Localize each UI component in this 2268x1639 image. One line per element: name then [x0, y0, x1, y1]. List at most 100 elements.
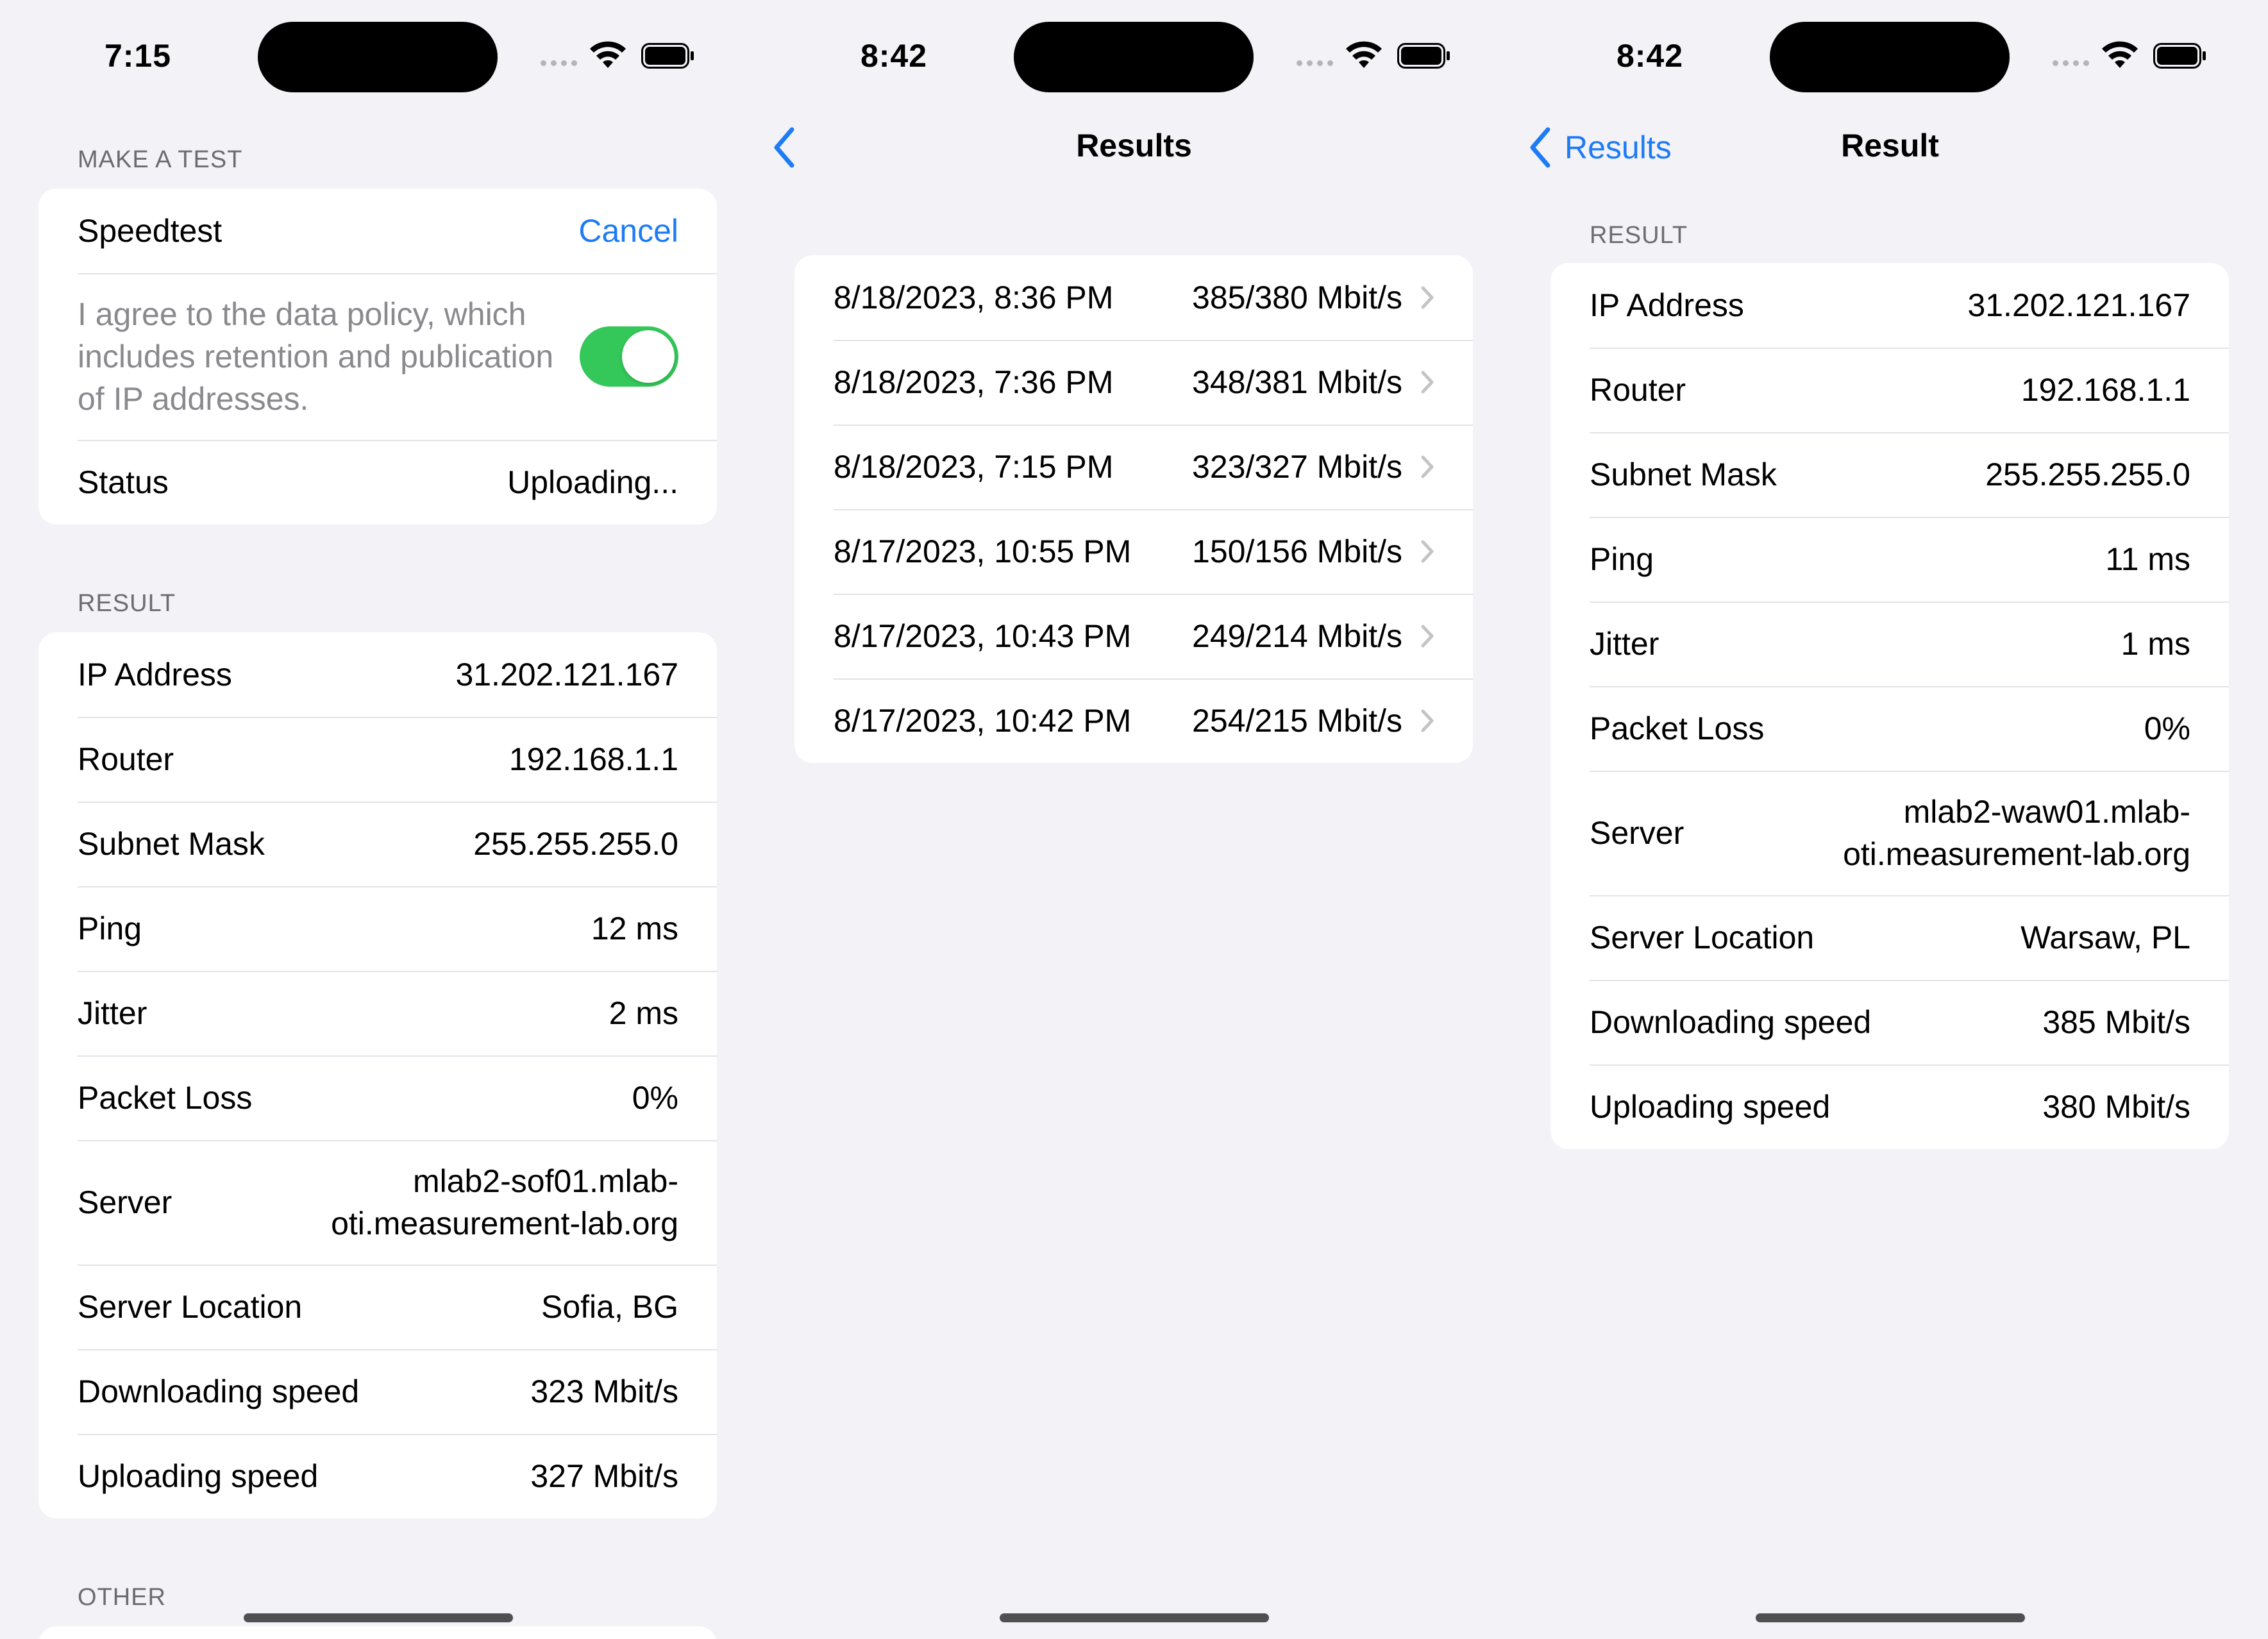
result-section-header: RESULT	[78, 590, 176, 617]
row-value: Warsaw, PL	[2020, 920, 2190, 955]
other-card	[38, 1626, 717, 1639]
result-row: Uploading speed 380 Mbit/s	[1550, 1064, 2229, 1149]
result-row: Router 192.168.1.1	[38, 717, 717, 802]
signal-dots-icon	[1297, 60, 1335, 67]
result-row: Router 192.168.1.1	[1550, 348, 2229, 432]
row-value: 31.202.121.167	[455, 657, 678, 693]
home-indicator[interactable]	[1756, 1613, 2025, 1622]
result-list-item[interactable]: 8/17/2023, 10:42 PM 254/215 Mbit/s	[794, 678, 1473, 763]
status-value: Uploading...	[507, 464, 678, 500]
speedtest-row: Speedtest Cancel	[38, 189, 717, 273]
make-test-section-header: MAKE A TEST	[78, 146, 243, 173]
row-value: 192.168.1.1	[508, 741, 678, 777]
row-value: 1 ms	[2121, 626, 2190, 662]
other-section-header: OTHER	[78, 1584, 166, 1611]
speedtest-label: Speedtest	[78, 213, 223, 249]
row-value: 192.168.1.1	[2020, 372, 2190, 408]
wifi-icon	[590, 41, 626, 68]
row-label: Router	[78, 741, 174, 777]
row-value: Sofia, BG	[541, 1289, 678, 1325]
result-date: 8/18/2023, 8:36 PM	[834, 280, 1114, 315]
result-detail-screen: 8:42 Results Result RESULT IP Address 31.…	[1512, 0, 2268, 1639]
nav-bar: Results	[756, 115, 1512, 180]
status-row: Status Uploading...	[38, 440, 717, 525]
result-card: IP Address 31.202.121.167 Router 192.168.1…	[1550, 263, 2229, 1149]
status-time: 8:42	[860, 38, 928, 74]
result-row: Server Location Sofia, BG	[38, 1265, 717, 1349]
result-list-item[interactable]: 8/17/2023, 10:55 PM 150/156 Mbit/s	[794, 509, 1473, 594]
row-value: 255.255.255.0	[473, 826, 678, 862]
row-label: Uploading speed	[78, 1458, 319, 1494]
status-time: 8:42	[1616, 38, 1684, 74]
result-list-item[interactable]: 8/17/2023, 10:43 PM 249/214 Mbit/s	[794, 594, 1473, 678]
row-value: 11 ms	[2105, 541, 2190, 577]
row-label: IP Address	[78, 657, 232, 693]
result-speed: 150/156 Mbit/s	[1192, 534, 1402, 569]
chevron-right-icon	[1421, 540, 1434, 563]
server-value-line2: oti.measurement-lab.org	[1843, 836, 2190, 872]
row-value: mlab2-sof01.mlab-oti.measurement-lab.org	[331, 1160, 678, 1245]
status-bar: 7:15	[0, 0, 756, 103]
make-test-card: Speedtest Cancel I agree to the data pol…	[38, 189, 717, 525]
result-speed: 254/215 Mbit/s	[1192, 703, 1402, 739]
row-label: Packet Loss	[1590, 710, 1765, 746]
row-label: Router	[1590, 372, 1686, 408]
result-row: Subnet Mask 255.255.255.0	[38, 802, 717, 886]
result-card: IP Address 31.202.121.167 Router 192.168.1…	[38, 632, 717, 1518]
result-list-item[interactable]: 8/18/2023, 7:36 PM 348/381 Mbit/s	[794, 340, 1473, 424]
row-value: 2 ms	[609, 995, 678, 1031]
dynamic-island	[1770, 22, 2010, 92]
result-date: 8/18/2023, 7:36 PM	[834, 364, 1114, 400]
result-row: IP Address 31.202.121.167	[1550, 263, 2229, 348]
result-date: 8/17/2023, 10:55 PM	[834, 534, 1132, 569]
status-label: Status	[78, 464, 169, 500]
home-indicator[interactable]	[244, 1613, 513, 1622]
status-bar: 8:42	[1512, 0, 2268, 103]
result-row: Packet Loss 0%	[38, 1055, 717, 1140]
row-label: Server Location	[1590, 920, 1815, 955]
wifi-icon	[2102, 41, 2138, 68]
consent-toggle[interactable]	[580, 326, 678, 387]
consent-text: I agree to the data policy, which includ…	[78, 296, 554, 417]
home-indicator[interactable]	[1000, 1613, 1269, 1622]
row-value: 327 Mbit/s	[530, 1458, 678, 1494]
result-row: Server mlab2-waw01.mlab-oti.measurement-l…	[1550, 771, 2229, 895]
signal-dots-icon	[2053, 60, 2091, 67]
result-row: Server Location Warsaw, PL	[1550, 895, 2229, 980]
row-label: Subnet Mask	[1590, 457, 1777, 492]
row-label: IP Address	[1590, 287, 1744, 323]
result-speed: 249/214 Mbit/s	[1192, 618, 1402, 654]
result-speed: 385/380 Mbit/s	[1192, 280, 1402, 315]
row-label: Downloading speed	[1590, 1004, 1872, 1040]
result-section-header: RESULT	[1590, 222, 1688, 249]
cancel-button[interactable]: Cancel	[578, 212, 678, 249]
server-value-line1: mlab2-waw01.mlab-	[1903, 794, 2190, 830]
result-list-item[interactable]: 8/18/2023, 7:15 PM 323/327 Mbit/s	[794, 424, 1473, 509]
row-label: Server Location	[78, 1289, 303, 1325]
result-row: Downloading speed 385 Mbit/s	[1550, 980, 2229, 1064]
result-row: Downloading speed 323 Mbit/s	[38, 1349, 717, 1434]
row-value: 12 ms	[591, 911, 678, 946]
row-value: 0%	[2144, 710, 2190, 746]
chevron-right-icon	[1421, 709, 1434, 732]
row-value: 0%	[632, 1080, 678, 1116]
result-row: Ping 11 ms	[1550, 517, 2229, 601]
status-bar: 8:42	[756, 0, 1512, 103]
nav-title: Result	[1841, 128, 1939, 164]
row-label: Downloading speed	[78, 1374, 360, 1409]
result-list-item[interactable]: 8/18/2023, 8:36 PM 385/380 Mbit/s	[794, 255, 1473, 340]
nav-title: Results	[1076, 128, 1192, 164]
chevron-right-icon	[1421, 625, 1434, 648]
row-value: 385 Mbit/s	[2042, 1004, 2190, 1040]
dynamic-island	[258, 22, 498, 92]
results-list: 8/18/2023, 8:36 PM 385/380 Mbit/s 8/18/20…	[794, 255, 1473, 763]
row-label: Server	[78, 1184, 172, 1220]
row-label: Packet Loss	[78, 1080, 253, 1116]
result-row: IP Address 31.202.121.167	[38, 632, 717, 717]
result-row: Uploading speed 327 Mbit/s	[38, 1434, 717, 1518]
row-value: 255.255.255.0	[1985, 457, 2190, 492]
status-time: 7:15	[104, 38, 172, 74]
battery-icon	[641, 43, 694, 69]
wifi-icon	[1346, 41, 1382, 68]
row-value: 380 Mbit/s	[2042, 1089, 2190, 1125]
